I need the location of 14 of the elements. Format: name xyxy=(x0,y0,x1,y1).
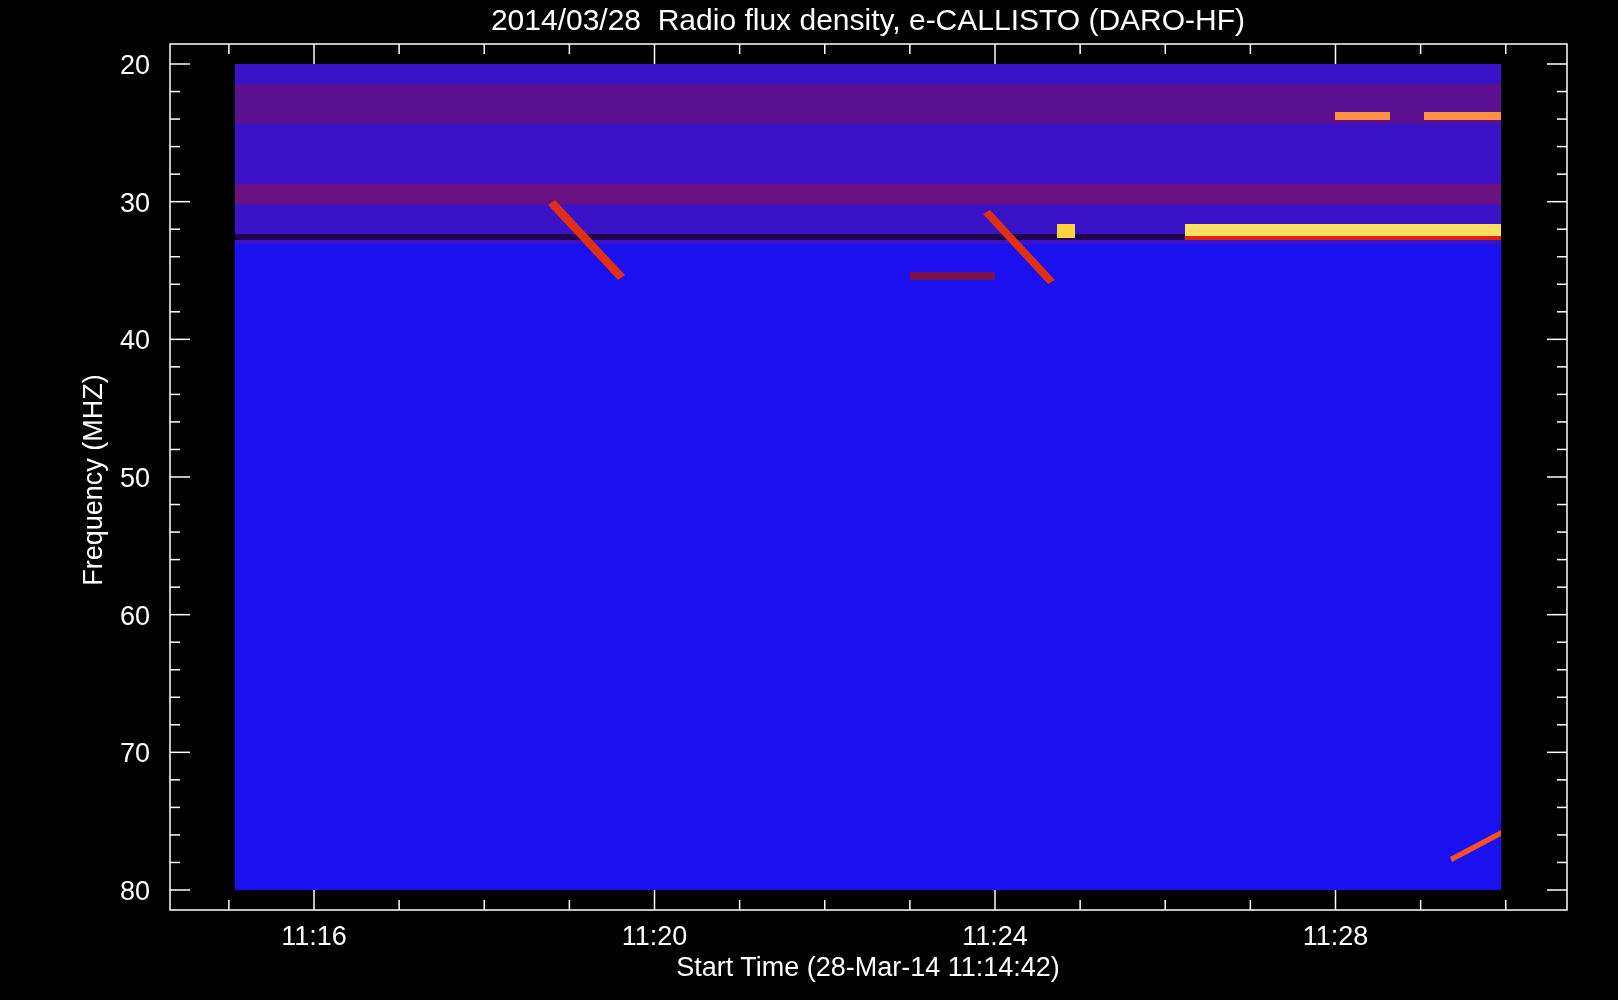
tick-label: 40 xyxy=(119,325,150,356)
tick-label: 11:16 xyxy=(281,921,347,951)
tick-label: 60 xyxy=(119,600,150,631)
axis-label: Start Time (28-Mar-14 11:14:42) xyxy=(676,952,1060,982)
tick-label: 11:24 xyxy=(962,921,1028,951)
tick-label: 70 xyxy=(119,738,150,769)
tick-label: 80 xyxy=(119,876,150,906)
tick-label: 30 xyxy=(119,187,150,218)
tick-label: 11:28 xyxy=(1302,921,1369,951)
tick-label: 20 xyxy=(119,50,150,80)
tick-label: 11:20 xyxy=(621,921,688,951)
tick-label: 50 xyxy=(119,463,150,493)
chart-title: 2014/03/28 Radio flux density, e-CALLISTO (DARO-HF) xyxy=(490,3,1246,36)
axis-label: Frequency (MHZ) xyxy=(78,374,108,586)
